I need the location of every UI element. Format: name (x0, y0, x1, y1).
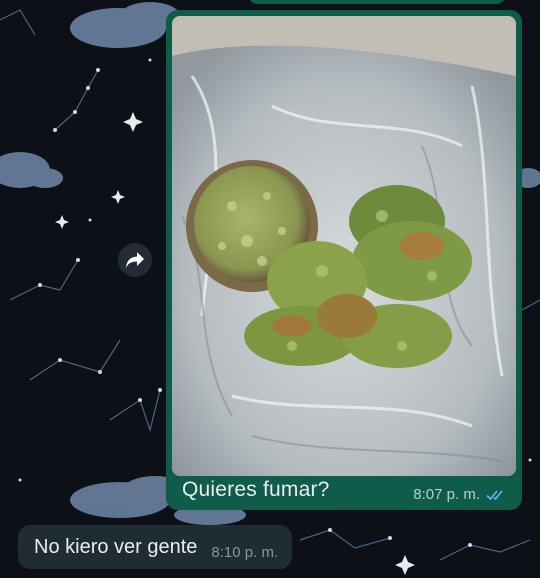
previous-message-bubble (248, 0, 506, 4)
incoming-message-text: No kiero ver gente (34, 535, 198, 558)
outgoing-message-bubble[interactable]: Quieres fumar? 8:07 p. m. (166, 10, 522, 510)
forward-button[interactable] (118, 243, 152, 277)
incoming-message-bubble[interactable]: No kiero ver gente 8:10 p. m. (18, 525, 293, 569)
double-check-read-icon (486, 489, 503, 500)
message-caption: Quieres fumar? (182, 478, 330, 501)
forward-arrow-icon (126, 252, 144, 268)
message-meta: 8:07 p. m. (413, 486, 508, 503)
message-photo[interactable] (172, 16, 516, 476)
message-time: 8:07 p. m. (413, 486, 480, 503)
incoming-message-time: 8:10 p. m. (211, 543, 279, 561)
